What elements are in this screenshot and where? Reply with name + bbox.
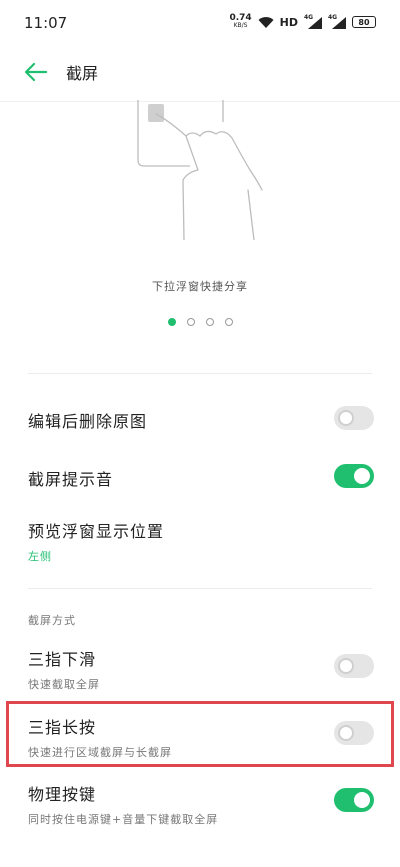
- battery-icon: 80: [352, 16, 376, 28]
- signal-icon-1: 4G: [304, 13, 322, 29]
- page-title: 截屏: [66, 64, 99, 83]
- divider: [28, 373, 372, 374]
- toggle-knob: [354, 792, 370, 808]
- setting-three-finger-swipe[interactable]: 三指下滑 快速截取全屏: [28, 646, 374, 692]
- network-speed: 0.74 KB/S: [229, 14, 251, 30]
- hd-icon: HD: [279, 15, 298, 29]
- network-speed-value: 0.74: [229, 13, 252, 23]
- setting-label: 编辑后删除原图: [28, 412, 148, 431]
- header: 截屏: [0, 46, 400, 102]
- page-dot-2[interactable]: [186, 318, 195, 326]
- screenshot-sound-toggle[interactable]: [334, 464, 374, 488]
- signal-2-label: 4G: [328, 13, 338, 21]
- toggle-knob: [354, 468, 370, 484]
- setting-physical-keys[interactable]: 物理按键 同时按住电源键+音量下键截取全屏: [28, 781, 374, 827]
- physical-keys-toggle[interactable]: [334, 788, 374, 812]
- highlight-box: [6, 701, 394, 767]
- section-title: 截屏方式: [28, 614, 76, 627]
- setting-label: 物理按键: [28, 785, 97, 804]
- setting-preview-position[interactable]: 预览浮窗显示位置 左侧: [28, 518, 374, 564]
- status-time: 11:07: [24, 14, 68, 32]
- setting-label: 截屏提示音: [28, 470, 114, 489]
- battery-level: 80: [358, 17, 370, 27]
- setting-value: 左侧: [28, 550, 52, 563]
- gesture-illustration: [137, 100, 263, 240]
- signal-1-label: 4G: [304, 13, 314, 21]
- setting-label: 预览浮窗显示位置: [28, 522, 165, 541]
- back-arrow-icon[interactable]: [22, 58, 50, 86]
- toggle-knob: [338, 410, 354, 426]
- delete-original-toggle[interactable]: [334, 406, 374, 430]
- setting-screenshot-sound[interactable]: 截屏提示音: [28, 466, 374, 490]
- status-bar: 11:07 0.74 KB/S HD 4G 4G 80: [0, 0, 400, 46]
- page-dot-3[interactable]: [205, 318, 214, 326]
- setting-delete-original[interactable]: 编辑后删除原图: [28, 408, 374, 432]
- setting-description: 同时按住电源键+音量下键截取全屏: [28, 813, 219, 826]
- setting-label: 三指下滑: [28, 650, 97, 669]
- wifi-icon: [258, 16, 274, 28]
- page-dot-4[interactable]: [224, 318, 233, 326]
- setting-description: 快速截取全屏: [28, 678, 100, 691]
- three-finger-swipe-toggle[interactable]: [334, 654, 374, 678]
- page-indicator: [0, 318, 400, 326]
- network-speed-unit: KB/S: [233, 22, 248, 29]
- toggle-knob: [338, 658, 354, 674]
- status-icons: 0.74 KB/S HD 4G 4G 80: [229, 14, 376, 30]
- page-dot-1[interactable]: [167, 318, 176, 326]
- divider: [28, 588, 372, 589]
- illustration-caption: 下拉浮窗快捷分享: [152, 280, 248, 293]
- signal-icon-2: 4G: [328, 13, 346, 29]
